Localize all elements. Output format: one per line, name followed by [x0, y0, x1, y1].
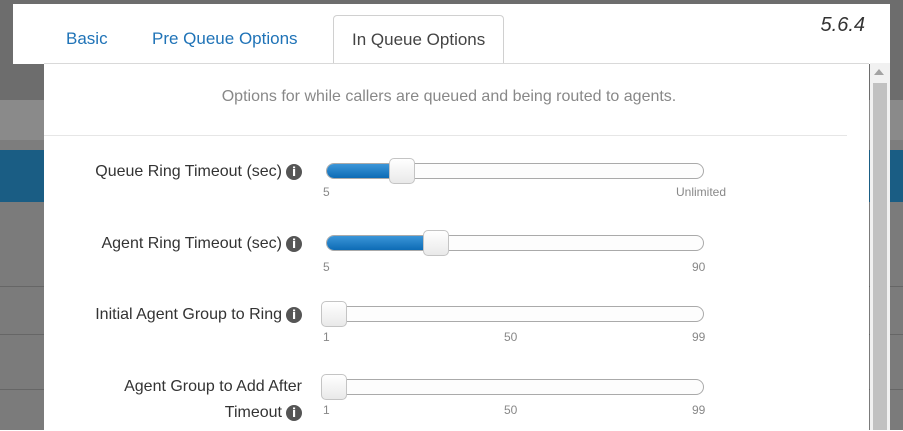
agent-group-add-label-line2: Timeout: [224, 404, 282, 421]
agent-ring-timeout-label: Agent Ring Timeout (sec) i: [52, 231, 302, 257]
queue-ring-timeout-slider[interactable]: [326, 158, 704, 184]
agent-group-add-slider[interactable]: [321, 374, 704, 400]
panel-scrollbar[interactable]: [870, 63, 890, 430]
initial-agent-group-label: Initial Agent Group to Ring i: [52, 302, 302, 328]
scroll-up-arrow-icon[interactable]: [874, 69, 884, 75]
slider-fill: [327, 236, 437, 250]
slider-min-label: 1: [323, 403, 330, 417]
initial-agent-group-label-text: Initial Agent Group to Ring: [95, 306, 282, 323]
tab-basic[interactable]: Basic: [52, 15, 122, 63]
info-icon[interactable]: i: [286, 404, 302, 421]
slider-mid-label: 50: [504, 330, 518, 344]
tab-in-queue-options[interactable]: In Queue Options: [333, 15, 505, 63]
agent-ring-timeout-label-text: Agent Ring Timeout (sec): [101, 235, 282, 252]
agent-group-add-label: Agent Group to Add After Timeout i: [52, 374, 302, 426]
queue-ring-timeout-label: Queue Ring Timeout (sec) i: [52, 159, 302, 185]
slider-min-label: 1: [323, 330, 330, 344]
info-icon[interactable]: i: [286, 235, 302, 252]
queue-ring-timeout-label-text: Queue Ring Timeout (sec): [95, 163, 282, 180]
slider-handle[interactable]: [321, 301, 347, 327]
initial-agent-group-slider[interactable]: [321, 301, 704, 327]
slider-max-label: 99: [692, 403, 706, 417]
slider-handle[interactable]: [423, 230, 450, 256]
agent-ring-timeout-slider[interactable]: [326, 230, 704, 256]
slider-max-label: Unlimited: [676, 185, 727, 199]
agent-group-add-label-line1: Agent Group to Add After: [124, 378, 302, 395]
panel-description: Options for while callers are queued and…: [221, 88, 677, 105]
info-icon[interactable]: i: [286, 306, 302, 323]
slider-handle[interactable]: [389, 158, 416, 184]
slider-max-label: 99: [692, 330, 706, 344]
divider: [44, 135, 847, 136]
slider-max-label: 90: [692, 260, 706, 274]
in-queue-options-panel: Options for while callers are queued and…: [44, 63, 869, 431]
slider-handle[interactable]: [321, 374, 347, 400]
scrollbar-thumb[interactable]: [873, 83, 887, 430]
tab-pre-queue-options[interactable]: Pre Queue Options: [138, 15, 312, 63]
slider-mid-label: 50: [504, 403, 518, 417]
slider-min-label: 5: [323, 260, 330, 274]
slider-min-label: 5: [323, 185, 330, 199]
version-label: 5.6.4: [820, 14, 865, 36]
info-icon[interactable]: i: [286, 163, 302, 180]
